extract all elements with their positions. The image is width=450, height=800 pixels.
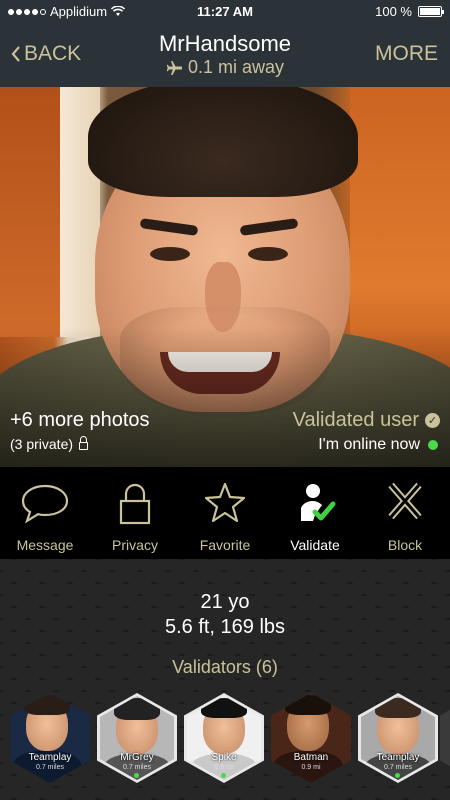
height-weight-text: 5.6 ft, 169 lbs bbox=[164, 616, 286, 638]
battery-fill bbox=[420, 8, 440, 15]
star-icon bbox=[204, 482, 246, 523]
profile-photo[interactable]: +6 more photos (3 private) Validated use… bbox=[0, 87, 450, 467]
more-button[interactable]: MORE bbox=[375, 42, 438, 66]
airplane-icon bbox=[166, 60, 182, 75]
validator-card[interactable]: MrGrey 0.7 miles bbox=[97, 693, 177, 783]
check-badge-icon: ✓ bbox=[425, 413, 440, 428]
validator-distance: 0.7 miles bbox=[35, 764, 64, 771]
validator-name: Spike bbox=[211, 752, 237, 763]
validator-distance: 0.9 mi bbox=[214, 764, 234, 771]
validator-name: MrGrey bbox=[120, 752, 154, 763]
action-bar: Message Privacy Favorite Validate Block bbox=[0, 467, 450, 559]
privacy-label: Privacy bbox=[112, 537, 158, 553]
age-text: 21 yo bbox=[200, 591, 250, 613]
validator-card[interactable]: Spike 0.9 mi bbox=[184, 693, 264, 783]
validate-label: Validate bbox=[290, 537, 340, 553]
validator-card[interactable]: Teamplay 0.7 miles bbox=[10, 693, 90, 783]
validator-distance: 0.7 miles bbox=[383, 764, 412, 771]
favorite-button[interactable]: Favorite bbox=[180, 467, 270, 559]
chat-bubble-icon bbox=[21, 484, 69, 524]
block-x-icon bbox=[388, 482, 422, 520]
online-dot-icon bbox=[134, 773, 139, 778]
validator-distance: 0.7 miles bbox=[122, 764, 151, 771]
validators-list: Teamplay 0.7 miles MrGrey 0.7 miles Spik… bbox=[0, 693, 450, 783]
profile-info: 21 yo 5.6 ft, 169 lbs Validators (6) Tea… bbox=[0, 559, 450, 800]
lock-icon bbox=[79, 436, 89, 450]
block-label: Block bbox=[387, 537, 423, 553]
validated-badge: Validated user ✓ bbox=[293, 409, 440, 432]
online-status: I'm online now bbox=[318, 436, 438, 454]
private-photos-count: (3 private) bbox=[10, 436, 89, 452]
validator-card[interactable]: Batman 0.9 mi bbox=[271, 693, 351, 783]
validate-user-icon bbox=[301, 484, 336, 521]
nav-bar: BACK MrHandsome 0.1 mi away MORE bbox=[0, 22, 450, 87]
privacy-button[interactable]: Privacy bbox=[90, 467, 180, 559]
status-bar: Applidium 11:27 AM 100 % bbox=[0, 0, 450, 22]
message-label: Message bbox=[16, 537, 74, 553]
online-dot-icon bbox=[221, 773, 226, 778]
message-button[interactable]: Message bbox=[0, 467, 90, 559]
online-text: I'm online now bbox=[318, 436, 420, 453]
validator-name: Teamplay bbox=[28, 752, 72, 763]
battery-percent: 100 % bbox=[375, 4, 412, 19]
validator-distance: 0.9 mi bbox=[301, 764, 321, 771]
more-photos-link[interactable]: +6 more photos bbox=[10, 409, 150, 432]
validator-card[interactable] bbox=[440, 693, 450, 783]
validated-text: Validated user bbox=[292, 409, 419, 431]
online-dot-icon bbox=[395, 773, 400, 778]
distance-text: 0.1 mi away bbox=[187, 57, 285, 77]
validate-button[interactable]: Validate bbox=[270, 467, 360, 559]
block-button[interactable]: Block bbox=[360, 467, 450, 559]
lock-icon bbox=[119, 483, 151, 525]
validator-card[interactable]: Teamplay 0.7 miles bbox=[358, 693, 438, 783]
favorite-label: Favorite bbox=[199, 537, 251, 553]
validator-name: Batman bbox=[293, 752, 329, 763]
validators-title: Validators (6) bbox=[172, 657, 278, 677]
battery-info: 100 % bbox=[375, 4, 444, 19]
battery-icon bbox=[418, 6, 444, 17]
validator-name: Teamplay bbox=[376, 752, 420, 763]
private-count-text: (3 private) bbox=[10, 436, 74, 452]
online-dot-icon bbox=[428, 440, 438, 450]
